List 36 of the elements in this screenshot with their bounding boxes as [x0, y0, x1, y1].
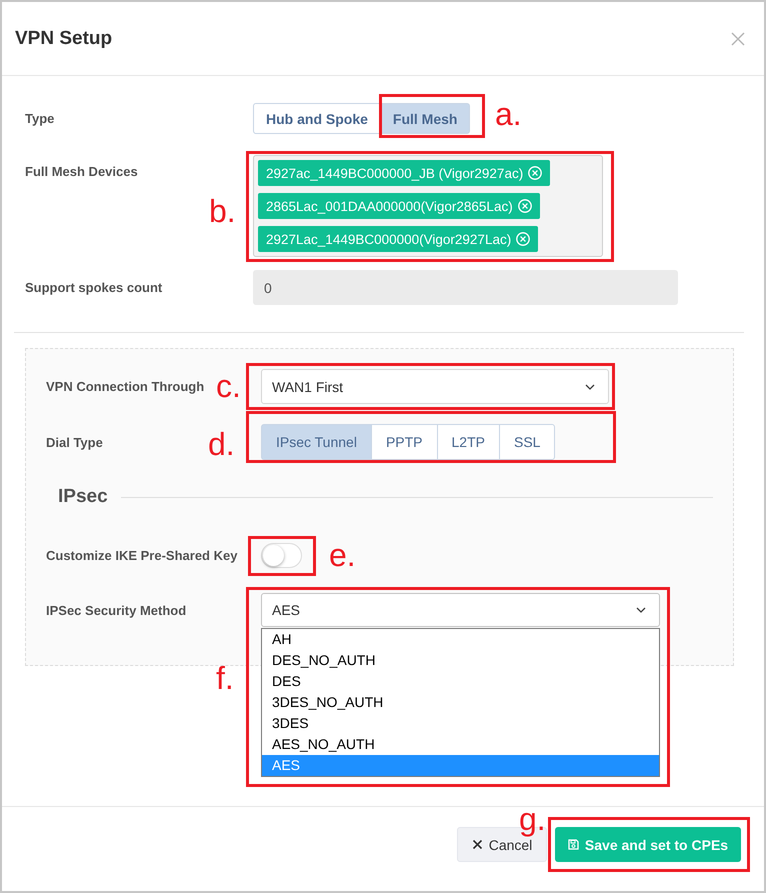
method-select[interactable]: AES: [261, 593, 660, 627]
dropdown-option[interactable]: AES: [262, 755, 659, 776]
annotation-label: f.: [216, 662, 234, 694]
annotation-label: d.: [208, 428, 235, 460]
type-label: Type: [25, 111, 54, 126]
dial-type-label: Dial Type: [46, 434, 103, 450]
connection-select[interactable]: WAN1 First: [261, 369, 609, 404]
annotation-label: a.: [495, 98, 522, 130]
connection-label: VPN Connection Through: [46, 379, 204, 394]
chevron-down-icon: [636, 607, 646, 613]
circle-x-icon[interactable]: [518, 199, 532, 213]
dial-type-tab[interactable]: SSL: [498, 424, 556, 460]
annotation-box: [248, 536, 316, 576]
dial-type-tab[interactable]: IPsec Tunnel: [261, 424, 372, 460]
annotation-label: e.: [329, 539, 356, 571]
type-option[interactable]: Hub and Spoke: [253, 103, 381, 134]
circle-x-icon[interactable]: [516, 232, 530, 246]
devices-label: Full Mesh Devices: [25, 164, 138, 179]
close-icon[interactable]: [731, 32, 745, 46]
type-option[interactable]: Full Mesh: [380, 103, 470, 134]
tag-text: 2927ac_1449BC000000_JB (Vigor2927ac): [266, 166, 524, 180]
circle-x-icon[interactable]: [528, 166, 542, 180]
annotation-label: c.: [216, 370, 241, 402]
section-title: IPsec: [58, 485, 108, 509]
psk-label: Customize IKE Pre-Shared Key: [46, 548, 238, 563]
chevron-down-icon: [585, 384, 595, 390]
dial-type-tab[interactable]: L2TP: [436, 424, 500, 460]
tag-text: 2865Lac_001DAA000000(Vigor2865Lac): [266, 198, 513, 214]
toggle-switch[interactable]: [261, 543, 302, 568]
method-label: IPSec Security Method: [46, 602, 186, 618]
dial-type-tab[interactable]: PPTP: [370, 424, 438, 460]
tag-text: 2927Lac_1449BC000000(Vigor2927Lac): [266, 232, 512, 246]
spokes-label: Support spokes count: [25, 280, 162, 295]
annotation-label: b.: [209, 195, 236, 227]
dialog-title: VPN Setup: [15, 28, 112, 50]
x-icon: [472, 839, 483, 850]
